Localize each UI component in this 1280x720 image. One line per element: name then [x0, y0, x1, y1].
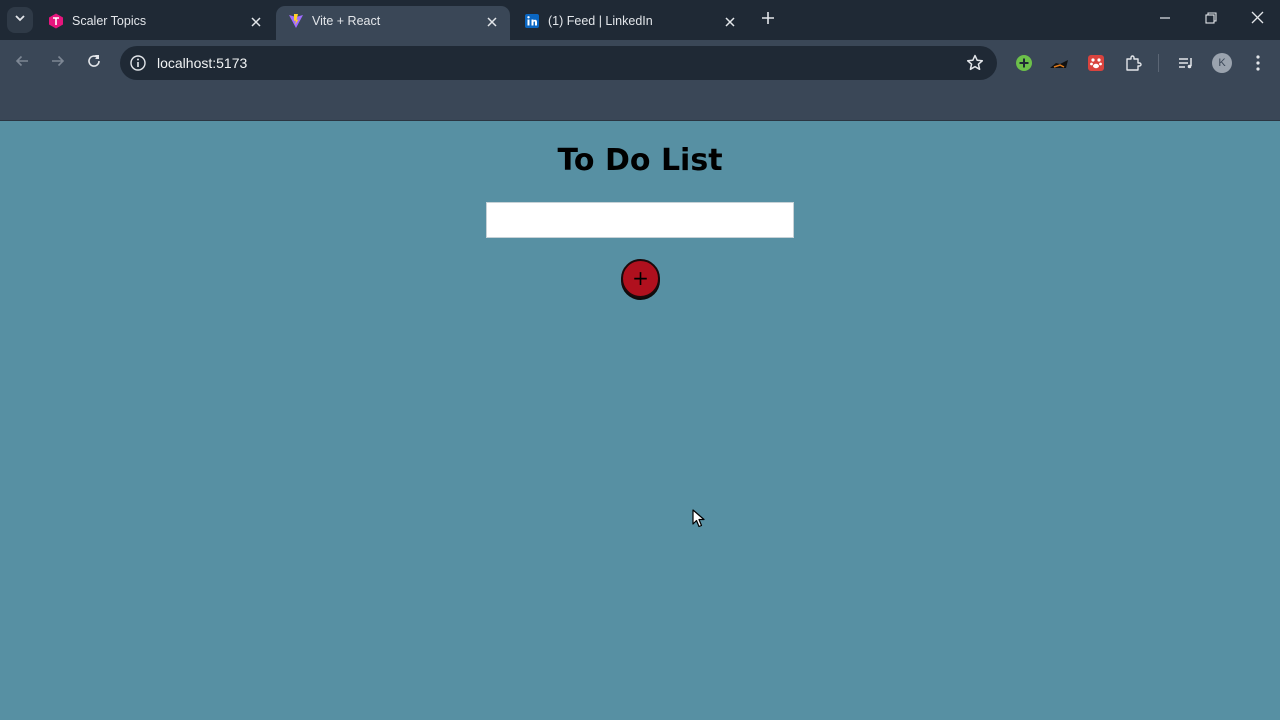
tab-strip: Scaler Topics Vite + React (1) Feed | Li… — [0, 0, 1280, 40]
extensions-puzzle-icon[interactable] — [1122, 52, 1144, 74]
todo-input[interactable] — [486, 202, 794, 238]
arrow-right-icon — [50, 53, 66, 74]
tab-search-button[interactable] — [7, 7, 33, 33]
tab-title: Vite + React — [312, 14, 381, 28]
bookmarks-bar — [0, 86, 1280, 121]
site-info-icon[interactable] — [129, 54, 147, 72]
toolbar-divider — [1158, 54, 1159, 72]
page-title: To Do List — [557, 143, 723, 178]
url-text[interactable]: localhost:5173 — [157, 55, 247, 71]
tab-title: (1) Feed | LinkedIn — [548, 14, 653, 28]
tab-scaler-topics[interactable]: Scaler Topics — [36, 6, 274, 40]
chevron-down-icon — [14, 11, 26, 29]
browser-toolbar: localhost:5173 K — [0, 40, 1280, 86]
extension-paw-icon[interactable] — [1085, 52, 1107, 74]
minimize-icon — [1159, 11, 1171, 29]
close-tab-icon[interactable] — [722, 14, 738, 30]
tab-title: Scaler Topics — [72, 14, 147, 28]
reload-icon — [86, 53, 102, 74]
tab-vite-react[interactable]: Vite + React — [276, 6, 510, 40]
browser-menu-icon[interactable] — [1247, 52, 1269, 74]
vite-favicon-icon — [288, 13, 304, 29]
reload-button[interactable] — [82, 51, 106, 75]
profile-avatar[interactable]: K — [1212, 53, 1232, 73]
forward-button[interactable] — [46, 51, 70, 75]
media-queue-icon[interactable] — [1175, 52, 1197, 74]
close-tab-icon[interactable] — [248, 14, 264, 30]
back-button[interactable] — [10, 51, 34, 75]
tab-linkedin[interactable]: (1) Feed | LinkedIn — [512, 6, 748, 40]
close-tab-icon[interactable] — [484, 14, 500, 30]
bookmark-star-icon[interactable] — [965, 53, 985, 73]
extension-green-plus-icon[interactable] — [1013, 52, 1035, 74]
scaler-topics-favicon-icon — [48, 13, 64, 29]
restore-window-button[interactable] — [1199, 8, 1223, 32]
linkedin-favicon-icon — [524, 13, 540, 29]
restore-icon — [1205, 11, 1217, 29]
close-window-button[interactable] — [1245, 8, 1269, 32]
mouse-cursor-icon — [692, 509, 706, 529]
extension-hat-icon[interactable] — [1048, 52, 1070, 74]
add-todo-button[interactable]: + — [621, 259, 660, 298]
address-bar[interactable]: localhost:5173 — [120, 46, 997, 80]
todo-app: To Do List + — [0, 121, 1280, 720]
minimize-window-button[interactable] — [1153, 8, 1177, 32]
arrow-left-icon — [14, 53, 30, 74]
close-icon — [1251, 11, 1264, 29]
plus-icon — [761, 11, 775, 30]
new-tab-button[interactable] — [758, 10, 778, 30]
